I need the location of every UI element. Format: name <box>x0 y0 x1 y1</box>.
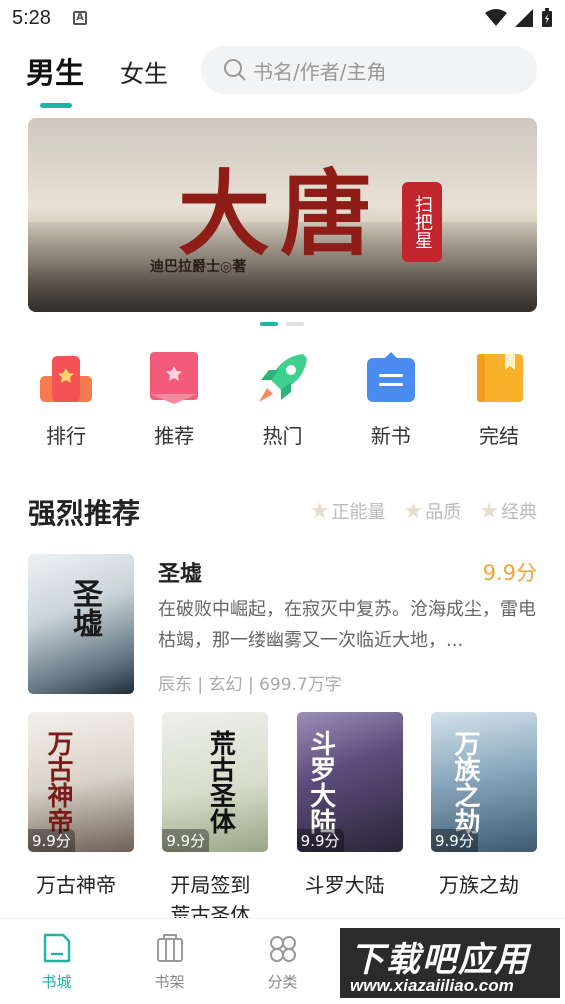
carousel-dot <box>260 322 278 326</box>
star-icon: ★ <box>403 498 424 524</box>
nav-bookstore[interactable]: 书城 <box>0 919 113 1004</box>
category-label: 排行 <box>46 424 86 448</box>
book-grid: 万古神帝 9.9分 万古神帝 荒古圣体 9.9分 开局签到荒古圣体 斗罗大陆 9… <box>28 712 537 930</box>
book-score: 9.9分 <box>430 829 478 852</box>
section-filters: ★ 正能量 ★ 品质 ★ 经典 <box>310 498 537 524</box>
carousel-indicator <box>260 322 304 326</box>
book-cover-title: 荒古圣体 <box>205 730 236 834</box>
active-tab-indicator <box>40 103 72 108</box>
filter-classic[interactable]: ★ 经典 <box>479 498 537 524</box>
category-label: 新书 <box>370 424 411 448</box>
watermark-line2: www.xiazaiiliao.com <box>350 976 514 995</box>
carousel-dot <box>286 322 304 326</box>
bookstore-icon <box>43 933 70 963</box>
star-icon: ★ <box>479 498 499 524</box>
book-cover: 万族之劫 9.9分 <box>430 712 537 852</box>
book-cover-title: 斗罗大陆 <box>305 730 336 834</box>
filter-label: 正能量 <box>331 502 386 523</box>
book-card[interactable]: 斗罗大陆 9.9分 斗罗大陆 <box>296 712 403 930</box>
book-score: 9.9分 <box>162 829 210 852</box>
category-recommend[interactable]: 推荐 <box>120 350 228 449</box>
new-book-icon <box>363 350 419 406</box>
banner-author: 迪巴拉爵士◎著 <box>150 259 247 275</box>
filter-quality[interactable]: ★ 品质 <box>404 498 462 524</box>
category-icon <box>269 936 296 962</box>
notification-a-icon: A <box>72 11 87 25</box>
category-ranking[interactable]: 排行 <box>12 350 120 449</box>
category-label: 推荐 <box>154 424 195 448</box>
book-card[interactable]: 万族之劫 9.9分 万族之劫 <box>430 712 537 930</box>
bookshelf-icon <box>156 934 183 962</box>
battery-icon <box>542 8 552 27</box>
book-cover: 万古神帝 9.9分 <box>28 712 134 852</box>
ranking-icon <box>38 350 94 406</box>
watermark-line1: 下载吧应用 <box>350 940 530 980</box>
featured-book-meta: 辰东 | 玄幻 | 699.7万字 <box>158 675 342 695</box>
book-cover-title: 万古神帝 <box>43 730 73 834</box>
top-header: 男生 女生 书名/作者/主角 <box>0 36 565 108</box>
status-time: 5:28 <box>12 6 51 29</box>
featured-cover-title: 圣墟 <box>67 578 102 638</box>
tab-male-label: 男生 <box>26 56 85 90</box>
filter-label: 经典 <box>501 502 537 523</box>
wifi-icon <box>485 9 507 26</box>
tab-male[interactable]: 男生 <box>26 50 85 108</box>
banner-title: 大唐 <box>178 160 383 268</box>
star-icon: ★ <box>309 498 330 524</box>
nav-label: 书架 <box>154 973 185 991</box>
search-icon <box>224 59 246 81</box>
book-score: 9.9分 <box>28 829 75 852</box>
search-placeholder: 书名/作者/主角 <box>253 59 387 84</box>
book-card[interactable]: 万古神帝 9.9分 万古神帝 <box>28 712 134 930</box>
signal-icon <box>515 9 533 27</box>
book-cover: 荒古圣体 9.9分 <box>162 712 269 852</box>
section-title: 强烈推荐 <box>28 497 141 530</box>
category-finished[interactable]: 完结 <box>445 350 553 449</box>
recommend-icon <box>146 350 202 406</box>
category-new[interactable]: 新书 <box>337 350 445 449</box>
finished-book-icon <box>471 350 527 406</box>
category-row: 排行 推荐 热门 新书 完结 <box>12 350 553 449</box>
featured-book-cover[interactable]: 圣墟 <box>28 554 134 694</box>
filter-positive[interactable]: ★ 正能量 <box>310 498 386 524</box>
nav-bookshelf[interactable]: 书架 <box>113 919 226 1004</box>
nav-label: 分类 <box>267 973 298 991</box>
book-card[interactable]: 荒古圣体 9.9分 开局签到荒古圣体 <box>162 712 269 930</box>
category-hot[interactable]: 热门 <box>229 350 337 449</box>
banner-carousel[interactable]: 大唐 扫把星 迪巴拉爵士◎著 <box>28 118 537 312</box>
filter-label: 品质 <box>425 502 462 523</box>
nav-category[interactable]: 分类 <box>226 919 339 1004</box>
category-label: 热门 <box>262 424 303 448</box>
status-bar: 5:28 A <box>0 0 565 36</box>
featured-book-title[interactable]: 圣墟 <box>158 556 202 588</box>
watermark: 下载吧应用 www.xiazaiiliao.com <box>338 926 562 1000</box>
book-cover-title: 万族之劫 <box>449 730 480 834</box>
rocket-icon <box>255 350 311 406</box>
category-label: 完结 <box>479 424 519 448</box>
featured-book-score: 9.9分 <box>482 561 537 585</box>
book-cover: 斗罗大陆 9.9分 <box>296 712 403 852</box>
status-icons <box>485 8 553 28</box>
featured-book-description: 在破败中崛起，在寂灭中复苏。沧海成尘，雷电枯竭，那一缕幽雾又一次临近大地，... <box>158 599 536 651</box>
banner-seal: 扫把星 <box>402 182 442 262</box>
tab-female[interactable]: 女生 <box>120 54 168 89</box>
search-bar[interactable]: 书名/作者/主角 <box>201 46 537 94</box>
nav-label: 书城 <box>41 973 72 991</box>
book-score: 9.9分 <box>296 829 344 852</box>
